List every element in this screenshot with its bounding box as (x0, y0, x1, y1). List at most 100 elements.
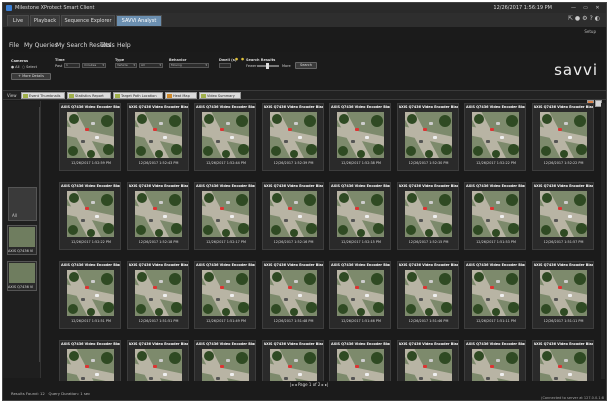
event-thumbnail-card[interactable]: AXIS Q7436 Video Encoder Blade (12/26/20… (126, 261, 189, 329)
event-snapshot[interactable] (337, 349, 384, 381)
event-thumbnails-button[interactable]: Event Thumbnails (21, 92, 65, 99)
sidebar-camera-thumb[interactable]: AXIS Q7436 Vi (7, 261, 37, 291)
subtype-select[interactable]: All ▾ (139, 63, 163, 68)
event-thumbnail-card[interactable]: AXIS Q7436 Video Encoder Blade (12/26/20… (194, 182, 256, 250)
event-thumbnail-card[interactable]: AXIS Q7436 Video Encoder Blade ( (261, 340, 324, 381)
type-select[interactable]: Vehicle ▾ (115, 63, 137, 68)
past-unit-select[interactable]: minutes ▾ (82, 63, 106, 68)
video-summary-button[interactable]: Video Summary (199, 92, 241, 99)
event-thumbnail-card[interactable]: AXIS Q7436 Video Encoder Blade ( (531, 340, 594, 381)
event-thumbnail-card[interactable]: AXIS Q7436 Video Encoder Blade (12/26/20… (464, 103, 526, 171)
event-snapshot[interactable] (472, 349, 519, 381)
event-thumbnail-card[interactable]: AXIS Q7436 Video Encoder Blade (12/26/20… (261, 182, 324, 250)
prev-page-icon[interactable]: ◂ (295, 382, 297, 387)
event-thumbnail-card[interactable]: AXIS Q7436 Video Encoder Blade ( (329, 340, 391, 381)
event-snapshot[interactable] (269, 191, 317, 237)
event-thumbnail-card[interactable]: AXIS Q7436 Video Encoder Blade (12/26/20… (59, 261, 121, 329)
statistics-report-button[interactable]: Statistics Report (67, 92, 111, 99)
maximize-icon[interactable]: ▭ (581, 3, 590, 13)
theme-icon[interactable]: ◐ (595, 15, 602, 22)
event-snapshot[interactable] (539, 191, 587, 237)
search-button[interactable]: Search (295, 62, 317, 69)
cameras-all-radio[interactable]: ● All (11, 65, 20, 69)
last-page-icon[interactable]: ▸| (325, 382, 328, 387)
event-thumbnail-card[interactable]: AXIS Q7436 Video Encoder Blade (12/26/20… (329, 182, 391, 250)
event-snapshot[interactable] (134, 191, 182, 237)
event-snapshot[interactable] (539, 270, 587, 316)
event-thumbnail-card[interactable]: AXIS Q7436 Video Encoder Blade (12/26/20… (329, 103, 391, 171)
event-thumbnail-card[interactable]: AXIS Q7436 Video Encoder Blade ( (194, 340, 256, 381)
event-thumbnail-card[interactable]: AXIS Q7436 Video Encoder Blade (12/26/20… (464, 182, 526, 250)
event-thumbnail-card[interactable]: AXIS Q7436 Video Encoder Blade ( (464, 340, 526, 381)
event-snapshot[interactable] (539, 349, 587, 381)
event-thumbnail-card[interactable]: AXIS Q7436 Video Encoder Blade (12/26/20… (126, 103, 189, 171)
event-thumbnail-card[interactable]: AXIS Q7436 Video Encoder Blade (12/26/20… (464, 261, 526, 329)
event-snapshot[interactable] (134, 112, 182, 158)
behavior-select[interactable]: Moving ▾ (169, 63, 209, 68)
event-snapshot[interactable] (269, 112, 317, 158)
event-snapshot[interactable] (337, 112, 384, 158)
menu-help[interactable]: Help (117, 40, 131, 52)
next-page-icon[interactable]: ▸ (322, 382, 324, 387)
event-snapshot[interactable] (337, 270, 384, 316)
tab-sequence-explorer[interactable]: Sequence Explorer (61, 15, 115, 26)
event-snapshot[interactable] (202, 270, 249, 316)
event-snapshot[interactable] (472, 112, 519, 158)
menu-file[interactable]: File (9, 40, 19, 52)
event-thumbnail-card[interactable]: AXIS Q7436 Video Encoder Blade (12/26/20… (261, 261, 324, 329)
event-snapshot[interactable] (472, 270, 519, 316)
cameras-select-radio[interactable]: ○ Select (22, 65, 37, 69)
event-thumbnail-card[interactable]: AXIS Q7436 Video Encoder Blade ( (126, 340, 189, 381)
event-snapshot[interactable] (202, 191, 249, 237)
tab-live[interactable]: Live (7, 15, 29, 26)
tab-savvi-analyst[interactable]: SAVVi Analyst (116, 15, 162, 26)
setup-button[interactable]: Setup (584, 29, 596, 34)
share-icon[interactable]: ⇱ (568, 15, 575, 22)
event-snapshot[interactable] (269, 349, 317, 381)
event-snapshot[interactable] (134, 349, 182, 381)
event-snapshot[interactable] (404, 270, 452, 316)
event-thumbnail-card[interactable]: AXIS Q7436 Video Encoder Blade (12/26/20… (531, 182, 594, 250)
heat-map-button[interactable]: Heat Map (165, 92, 197, 99)
settings-icon[interactable]: ⚙ (582, 15, 589, 22)
event-snapshot[interactable] (404, 349, 452, 381)
event-snapshot[interactable] (67, 270, 114, 316)
event-snapshot[interactable] (337, 191, 384, 237)
event-snapshot[interactable] (404, 191, 452, 237)
event-snapshot[interactable] (202, 112, 249, 158)
event-snapshot[interactable] (472, 191, 519, 237)
close-icon[interactable]: ✕ (593, 3, 602, 13)
event-thumbnail-card[interactable]: AXIS Q7436 Video Encoder Blade ( (59, 340, 121, 381)
event-thumbnail-card[interactable]: AXIS Q7436 Video Encoder Blade (12/26/20… (59, 103, 121, 171)
more-details-button[interactable]: + More Details (11, 73, 51, 80)
past-value-input[interactable]: 1 (64, 63, 80, 68)
dwell-input[interactable] (219, 63, 231, 68)
event-thumbnail-card[interactable]: AXIS Q7436 Video Encoder Blade (12/26/20… (59, 182, 121, 250)
tab-playback[interactable]: Playback (30, 15, 60, 26)
minimize-icon[interactable]: — (569, 3, 578, 13)
event-thumbnail-card[interactable]: AXIS Q7436 Video Encoder Blade (12/26/20… (396, 261, 459, 329)
event-thumbnail-card[interactable]: AXIS Q7436 Video Encoder Blade (12/26/20… (194, 103, 256, 171)
event-snapshot[interactable] (539, 112, 587, 158)
event-snapshot[interactable] (404, 112, 452, 158)
event-snapshot[interactable] (134, 270, 182, 316)
event-snapshot[interactable] (67, 191, 114, 237)
target-path-location-button[interactable]: Target Path Location (113, 92, 163, 99)
first-page-icon[interactable]: |◂ (290, 382, 293, 387)
event-thumbnail-card[interactable]: AXIS Q7436 Video Encoder Blade (12/26/20… (329, 261, 391, 329)
event-thumbnail-card[interactable]: AXIS Q7436 Video Encoder Blade (12/26/20… (531, 261, 594, 329)
event-thumbnail-card[interactable]: AXIS Q7436 Video Encoder Blade (12/26/20… (531, 103, 594, 171)
event-thumbnail-card[interactable]: AXIS Q7436 Video Encoder Blade (12/26/20… (194, 261, 256, 329)
sidebar-camera-thumb[interactable]: AXIS Q7436 Vi (7, 225, 37, 255)
menu-tools[interactable]: Tools (100, 40, 115, 52)
event-thumbnail-card[interactable]: AXIS Q7436 Video Encoder Blade (12/26/20… (126, 182, 189, 250)
event-snapshot[interactable] (67, 349, 114, 381)
event-thumbnail-card[interactable]: AXIS Q7436 Video Encoder Blade ( (396, 340, 459, 381)
sidebar-item-all[interactable]: All (8, 187, 37, 221)
event-snapshot[interactable] (202, 349, 249, 381)
menu-my-queries[interactable]: My Queries (24, 40, 58, 52)
grid-scrollbar[interactable] (601, 103, 605, 379)
event-snapshot[interactable] (67, 112, 114, 158)
event-snapshot[interactable] (269, 270, 317, 316)
results-slider-handle[interactable] (266, 63, 269, 69)
